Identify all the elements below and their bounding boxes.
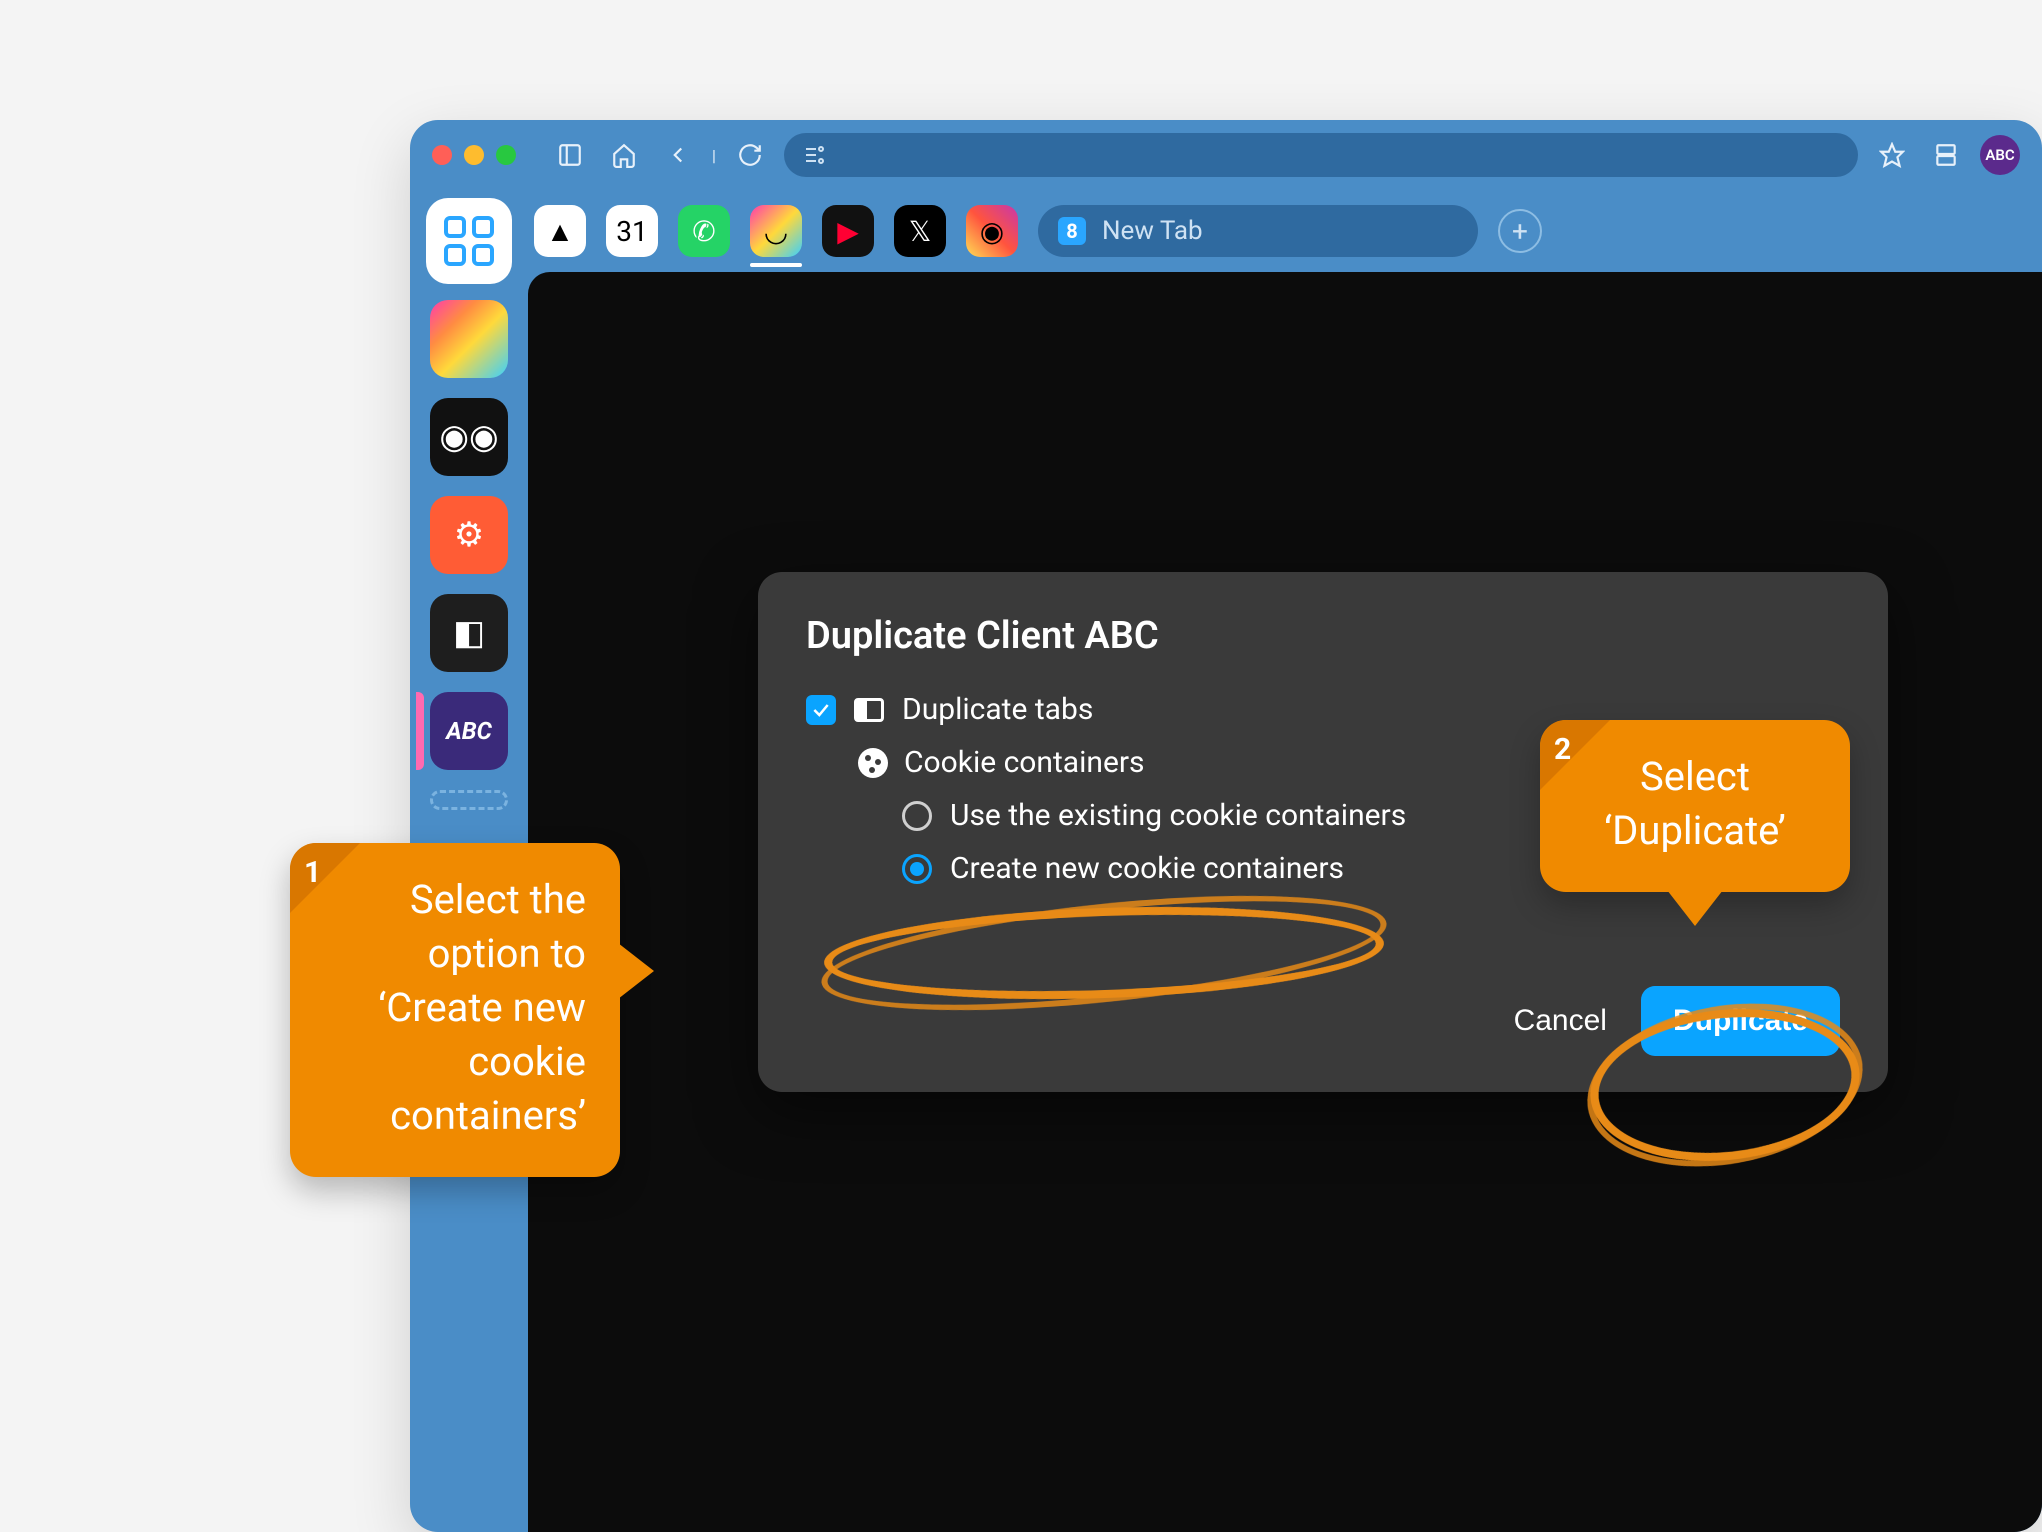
window-controls (432, 145, 516, 165)
cookie-header-label: Cookie containers (904, 745, 1145, 780)
zoom-window[interactable] (496, 145, 516, 165)
reload-icon[interactable] (730, 135, 770, 175)
favorite-google-drive[interactable]: ▲ (534, 205, 586, 257)
back-icon[interactable] (658, 135, 698, 175)
apps-grid[interactable] (430, 202, 508, 280)
nav-separator: | (712, 146, 716, 165)
home-icon[interactable] (604, 135, 644, 175)
hootsuite-workspace[interactable]: ◉◉ (430, 398, 508, 476)
active-tab[interactable]: 8 New Tab (1038, 205, 1478, 257)
tabs-icon (854, 698, 884, 722)
tab-label: New Tab (1102, 216, 1203, 246)
figma-workspace[interactable]: ◧ (430, 594, 508, 672)
radio-new[interactable] (902, 854, 932, 884)
duplicate-button[interactable]: Duplicate (1641, 986, 1840, 1056)
dialog-title: Duplicate Client ABC (806, 614, 1840, 658)
cookie-icon (858, 748, 888, 778)
address-bar[interactable] (784, 133, 1858, 177)
panel-icon[interactable] (1926, 135, 1966, 175)
favorite-youtube[interactable]: ▶ (822, 205, 874, 257)
add-workspace[interactable] (430, 790, 508, 810)
cancel-button[interactable]: Cancel (1514, 1004, 1607, 1038)
clickup-workspace[interactable] (430, 300, 508, 378)
tab-strip: ▲ 31 ✆ ◡ ▶ 𝕏 ◉ 8 New Tab + (528, 200, 2042, 272)
new-tab-button[interactable]: + (1498, 209, 1542, 253)
abc-workspace[interactable]: ABC (430, 692, 508, 770)
favorite-instagram[interactable]: ◉ (966, 205, 1018, 257)
annotation-step-2: 2 Select ‘Duplicate’ (1540, 720, 1850, 892)
favorite-whatsapp[interactable]: ✆ (678, 205, 730, 257)
tab-favicon: 8 (1058, 217, 1086, 245)
chrome-top-bar: | ABC (410, 120, 2042, 190)
page-viewport: Duplicate Client ABC Duplicate tabs (528, 272, 2042, 1532)
minimize-window[interactable] (464, 145, 484, 165)
radio-existing[interactable] (902, 801, 932, 831)
radio-new-label: Create new cookie containers (950, 851, 1344, 886)
annotation-step-1: 1 Select the option to ‘Create new cooki… (290, 843, 620, 1177)
sidebar-toggle-icon[interactable] (550, 135, 590, 175)
annotation-step-2-text: Select ‘Duplicate’ (1574, 750, 1816, 858)
favorite-x-twitter[interactable]: 𝕏 (894, 205, 946, 257)
close-window[interactable] (432, 145, 452, 165)
annotation-step-1-text: Select the option to ‘Create new cookie … (324, 873, 586, 1143)
profile-avatar[interactable]: ABC (1980, 135, 2020, 175)
favorite-google-calendar[interactable]: 31 (606, 205, 658, 257)
star-icon[interactable] (1872, 135, 1912, 175)
duplicate-tabs-checkbox[interactable] (806, 695, 836, 725)
hubspot-workspace[interactable]: ⚙ (430, 496, 508, 574)
radio-existing-label: Use the existing cookie containers (950, 798, 1406, 833)
favorite-clickup[interactable]: ◡ (750, 205, 802, 257)
duplicate-tabs-label: Duplicate tabs (902, 692, 1093, 727)
